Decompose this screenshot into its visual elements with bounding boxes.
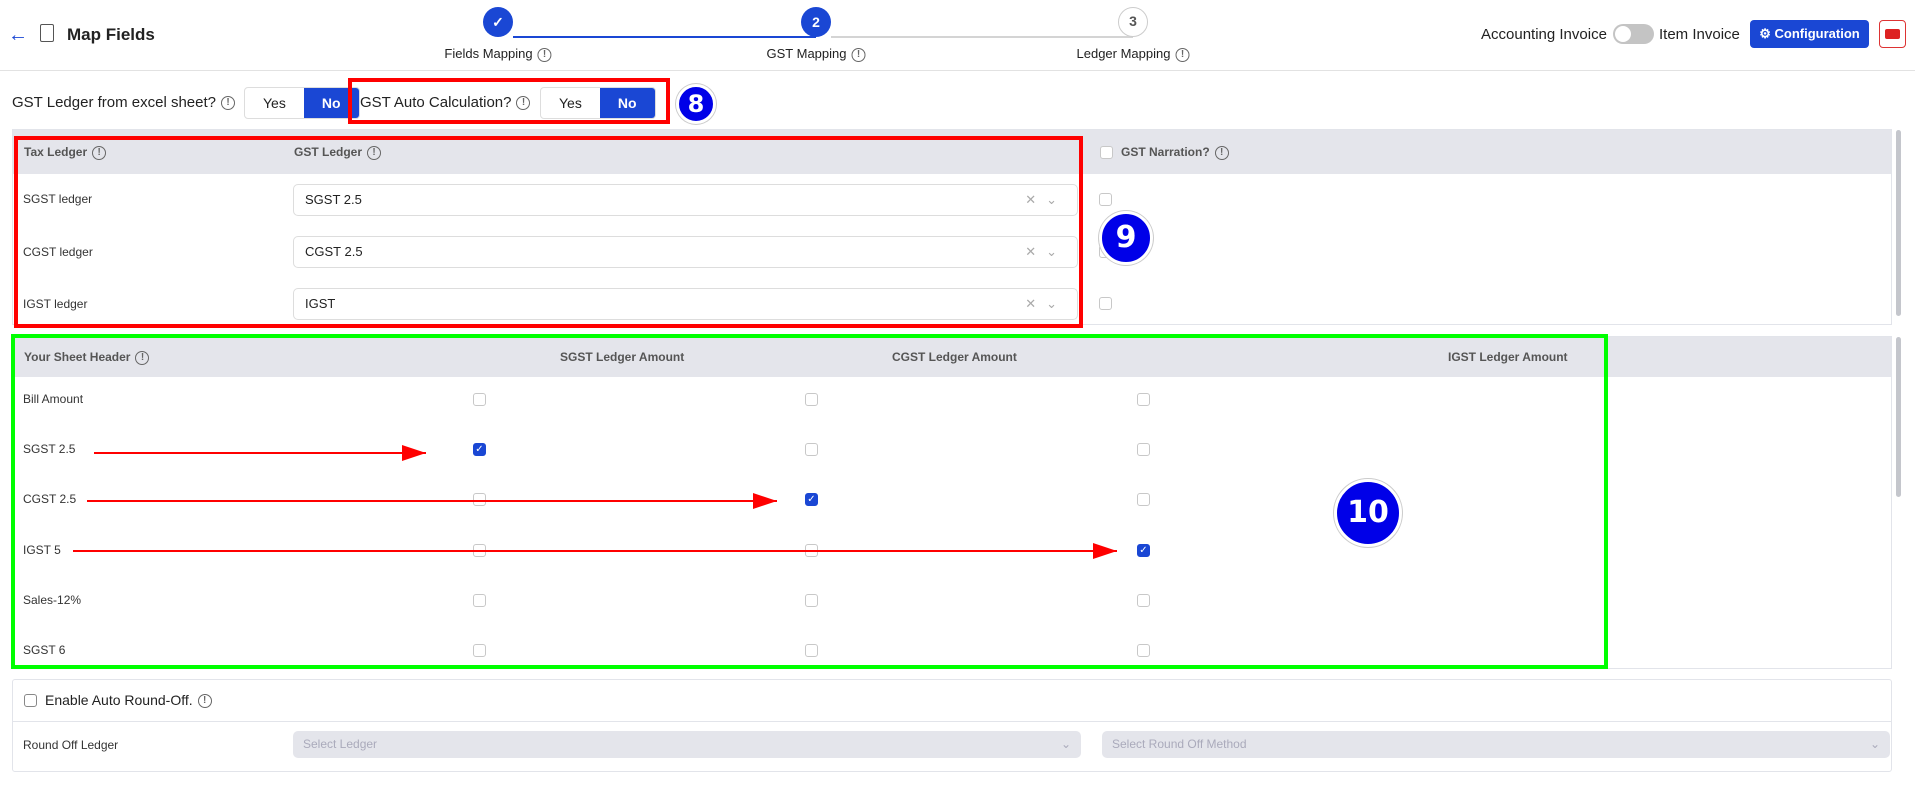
annotation-arrows [73,445,1117,559]
